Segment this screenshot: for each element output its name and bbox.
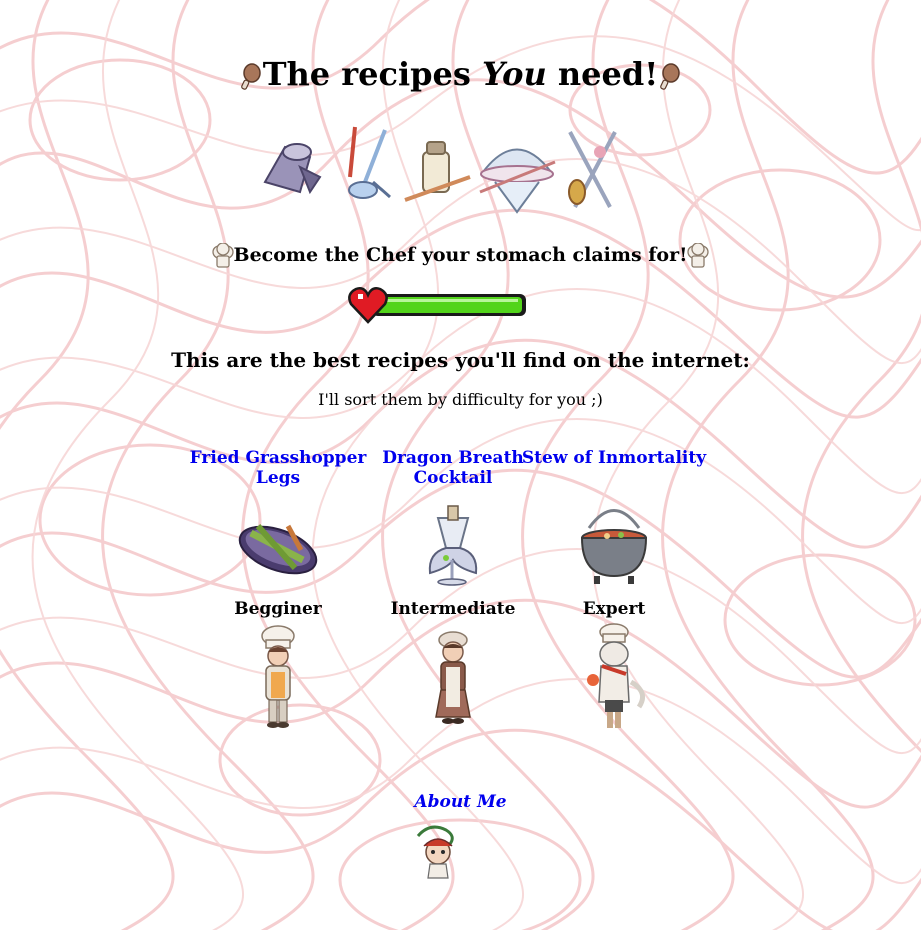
salt-shaker-icon bbox=[404, 141, 471, 202]
grasshopper-dish-icon bbox=[238, 524, 318, 575]
page-title: The recipes You need! bbox=[0, 54, 921, 94]
chef-hat-icon bbox=[687, 243, 710, 268]
stew-pot-icon bbox=[580, 509, 648, 584]
ladle-icon bbox=[348, 126, 391, 199]
chef-intermediate-avatar bbox=[435, 631, 471, 724]
drumstick-icon bbox=[660, 62, 681, 90]
chef-mascot-avatar bbox=[416, 825, 454, 879]
recipe-link[interactable]: Stew of Inmortality bbox=[519, 448, 709, 490]
section-note: I'll sort them by difficulty for you ;) bbox=[318, 390, 603, 409]
chef-expert-avatar bbox=[587, 623, 646, 728]
chef-beginner-avatar bbox=[261, 625, 295, 728]
health-bar-icon bbox=[348, 287, 526, 324]
page-subtitle: Become the Chef your stomach claims for! bbox=[0, 240, 921, 270]
section-heading: This are the best recipes you'll find on… bbox=[171, 348, 750, 372]
page: The recipes You need! Become the Chef yo… bbox=[0, 0, 921, 930]
recipe-card: Stew of Inmortality Expert bbox=[519, 448, 709, 742]
recipe-level: Begginer bbox=[234, 599, 322, 619]
about-section: About Me bbox=[0, 791, 921, 813]
chef-hat-icon bbox=[211, 243, 234, 268]
title-part2: need! bbox=[546, 55, 659, 93]
title-part1: The recipes bbox=[262, 55, 483, 93]
recipe-card: Fried Grasshopper Legs Begginer bbox=[183, 448, 373, 742]
title-emphasis: You bbox=[482, 55, 547, 93]
cloche-icon bbox=[479, 148, 556, 214]
recipe-level: Expert bbox=[582, 599, 646, 619]
dragon-cocktail-icon bbox=[428, 505, 478, 586]
recipe-link[interactable]: Fried Grasshopper Legs bbox=[183, 448, 373, 490]
subtitle-text: Become the Chef your stomach claims for! bbox=[233, 244, 688, 266]
drumstick-icon bbox=[240, 62, 261, 90]
cutlery-icon bbox=[568, 131, 617, 208]
heart-icon bbox=[348, 287, 388, 324]
pot-icon bbox=[263, 143, 322, 195]
about-me-link[interactable]: About Me bbox=[414, 792, 506, 812]
kitchen-tools-illustration bbox=[263, 126, 617, 214]
